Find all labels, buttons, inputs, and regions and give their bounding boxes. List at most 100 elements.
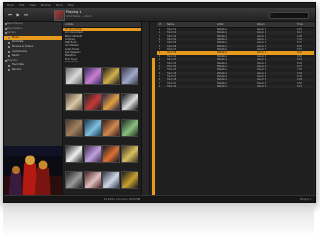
table-cell: 2: [159, 84, 161, 88]
previous-icon[interactable]: ⏮: [7, 12, 13, 17]
next-icon[interactable]: ⏭: [23, 12, 29, 17]
source-icon: [4, 27, 7, 30]
album-cover[interactable]: [83, 119, 102, 137]
album-label: Album 13: [69, 163, 77, 164]
album-label: Album 3: [106, 85, 114, 86]
album-label: Album 14: [87, 163, 96, 164]
album-cover[interactable]: [65, 93, 83, 111]
album-label: Album 10: [87, 137, 96, 138]
album-label: Album 7: [106, 111, 114, 112]
album-label: Album 8: [125, 111, 132, 112]
album-label: Album 15: [106, 163, 114, 164]
album-cover[interactable]: [120, 93, 138, 111]
sidebar-item-label: Play Queue: [7, 26, 22, 30]
album-cover[interactable]: [83, 145, 102, 163]
menu-item[interactable]: Music: [7, 4, 14, 7]
status-bar: 18 items, 1.6 hours, 160.8 MB Playing 1: [4, 195, 315, 202]
sidebar-item-label: Favorites: [12, 63, 24, 67]
album-cover[interactable]: [120, 171, 138, 189]
menu-item[interactable]: View: [29, 4, 35, 7]
album-cover[interactable]: [83, 67, 102, 85]
album-label: Album 5: [69, 111, 77, 112]
album-cover[interactable]: [65, 67, 83, 85]
status-text: 18 items, 1.6 hours, 160.8 MB: [104, 197, 141, 201]
track-list: # Name Artist Album Time 1 Track 01 Metallica A…: [157, 22, 314, 195]
artist-list: All (23 Artists) 2nd Ascendent Black Sabba…: [63, 28, 141, 62]
sidebar-item-label: Audiobooks: [12, 49, 28, 53]
table-cell: Metallica: [217, 84, 227, 88]
source-icon: [8, 55, 10, 58]
sidebar-item[interactable]: Recent: [4, 68, 62, 73]
album-grid: Album 1 Album 2 Album 3 Album 4 Album 5 Album…: [65, 67, 138, 198]
source-icon: [8, 69, 10, 72]
source-icon: [8, 64, 10, 67]
sidebar-item-label: Radio: [12, 54, 20, 58]
sidebar-item-label: Music: [12, 35, 20, 39]
album-label: Album 6: [88, 111, 95, 112]
artist-browser: Artists All (23 Artists) 2nd Ascendent Bla…: [63, 22, 142, 201]
album-cover[interactable]: [102, 93, 120, 111]
album-label: Album 18: [87, 189, 96, 190]
menu-item[interactable]: Store: [56, 4, 63, 7]
album-label: Album 12: [124, 137, 133, 138]
album-cover[interactable]: [83, 171, 102, 189]
menu-item[interactable]: Window: [41, 4, 51, 7]
app-window: Music Edit View Window Store Help ⏮ ▶ ⏭ Playi…: [3, 2, 316, 203]
album-cover[interactable]: [65, 171, 83, 189]
source-icon: [8, 36, 10, 39]
album-label: Album 4: [125, 85, 132, 86]
menu-item[interactable]: Help: [68, 4, 74, 7]
source-icon: [4, 59, 7, 62]
source-icon: [8, 41, 10, 44]
album-cover[interactable]: [65, 145, 83, 163]
scroll-indicator[interactable]: [152, 58, 155, 196]
source-icon: [8, 46, 10, 49]
toolbar: ⏮ ▶ ⏭ Playing 1 Artist Name — Album ⌕: [4, 8, 315, 22]
album-cover[interactable]: [102, 119, 120, 137]
window-reflection: [3, 203, 314, 237]
search-input[interactable]: ⌕: [269, 12, 309, 19]
album-label: Album 1: [69, 85, 77, 86]
sidebar: Now Playing Play Queue Library Music Podcast…: [4, 22, 63, 146]
sidebar-item-label: Podcasts: [12, 40, 24, 44]
column-header[interactable]: #: [159, 22, 161, 27]
column-header[interactable]: Artist: [217, 22, 223, 27]
album-label: Album 11: [106, 137, 114, 138]
sidebar-item-label: Recent: [12, 67, 21, 71]
album-label: Album 2: [88, 85, 95, 86]
sidebar-item-label: Movies & Videos: [12, 44, 34, 48]
album-cover[interactable]: [102, 171, 120, 189]
now-playing-cover-art: [4, 146, 63, 201]
album-cover[interactable]: [102, 145, 120, 163]
table-cell: 6:21: [297, 84, 302, 88]
now-playing-subtitle: Artist Name — Album: [66, 15, 92, 18]
source-icon: [4, 23, 7, 26]
album-label: Album 16: [124, 163, 133, 164]
sidebar-item-label: Playlists: [7, 58, 18, 62]
album-label: Album 17: [69, 189, 77, 190]
column-header[interactable]: Album: [257, 22, 265, 27]
album-cover[interactable]: [120, 119, 138, 137]
column-header[interactable]: Name: [167, 22, 174, 27]
now-playing-artwork[interactable]: [54, 10, 65, 21]
album-cover[interactable]: [65, 119, 83, 137]
album-label: Album 9: [69, 137, 77, 138]
column-header[interactable]: Time: [297, 22, 303, 27]
album-label: Album 19: [106, 189, 114, 190]
status-right: Playing 1: [300, 197, 311, 201]
now-playing-title: Playing 1: [66, 10, 82, 14]
menu-item[interactable]: Edit: [19, 4, 24, 7]
cover-art-image: [4, 146, 62, 201]
sidebar-item-label: Library: [7, 31, 17, 35]
album-label: Album 20: [124, 189, 133, 190]
source-icon: [4, 32, 7, 35]
play-icon[interactable]: ▶: [15, 12, 21, 17]
artist-list-item[interactable]: Radiohead: [63, 61, 141, 62]
album-cover[interactable]: [120, 67, 138, 85]
search-icon: ⌕: [271, 13, 273, 17]
table-row[interactable]: 2 Track 02 Metallica Album 3 6:21: [157, 84, 314, 89]
album-cover[interactable]: [102, 67, 120, 85]
album-cover[interactable]: [120, 145, 138, 163]
album-cover[interactable]: [83, 93, 102, 111]
table-cell: Track 02: [167, 84, 177, 88]
